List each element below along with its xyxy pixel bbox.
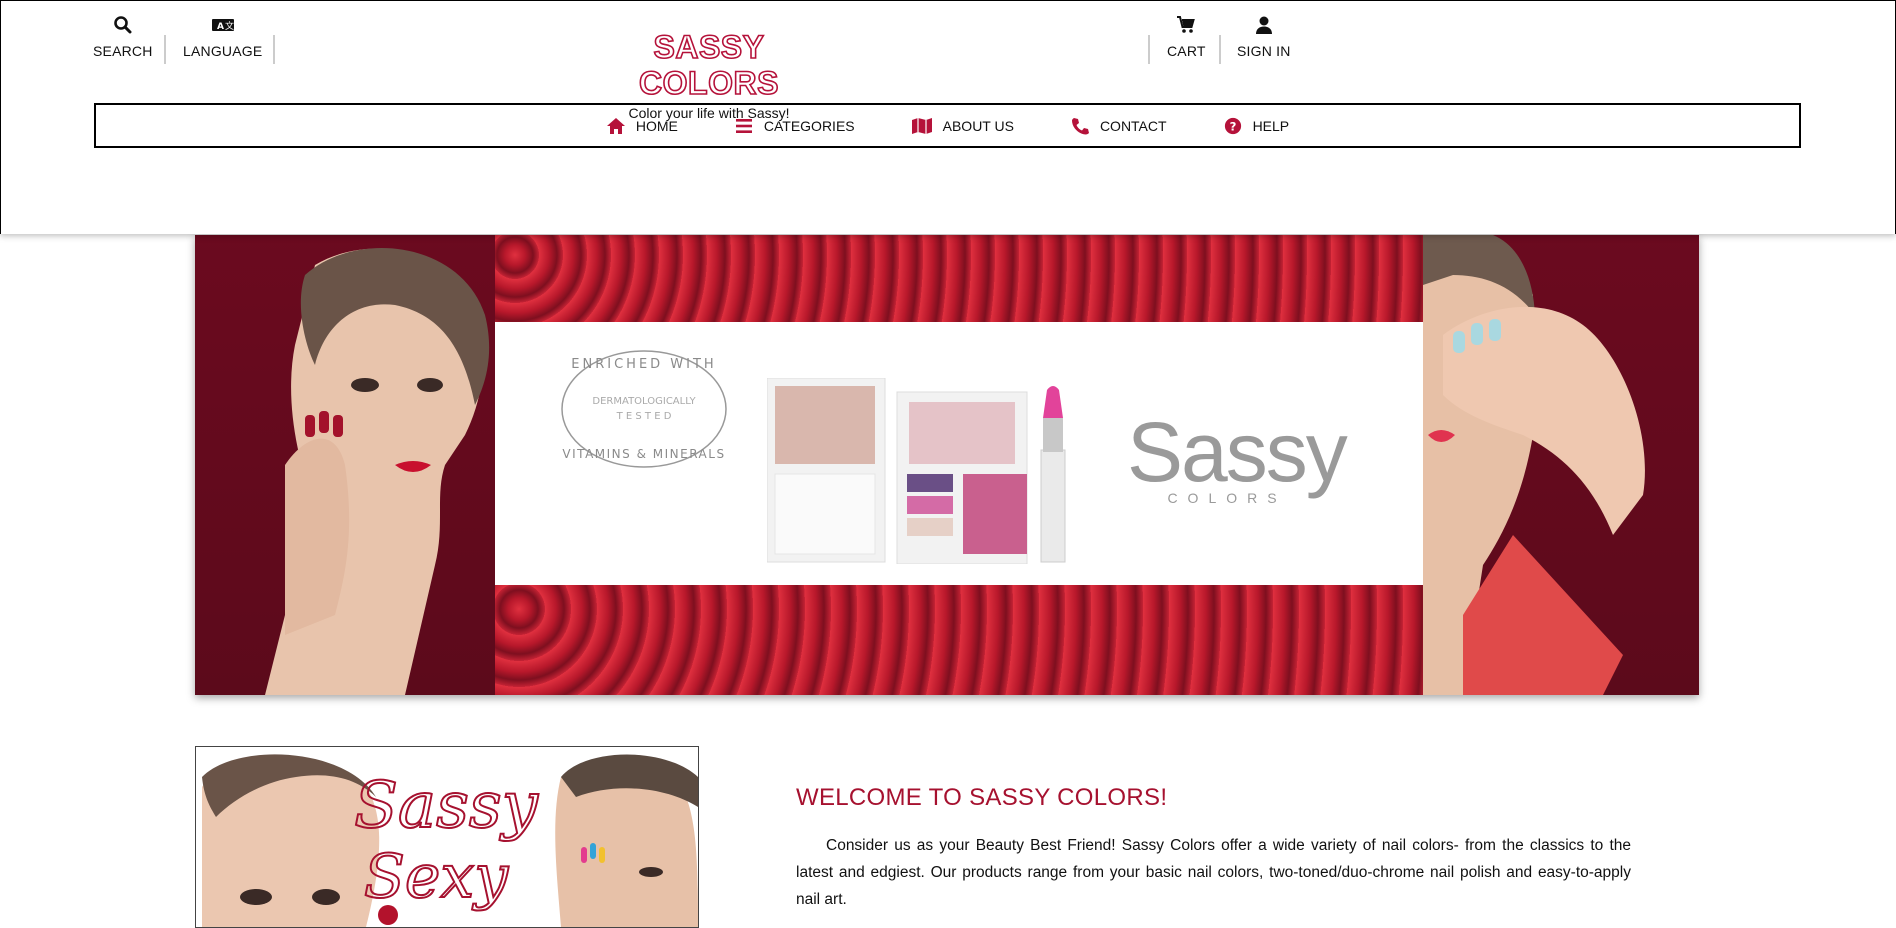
divider — [1219, 35, 1221, 64]
cart-icon — [1177, 16, 1196, 33]
welcome-heading: WELCOME TO SASSY COLORS! — [796, 784, 1168, 811]
seal-top-text: ENRICHED WITH — [571, 357, 716, 372]
question-icon: ? — [1224, 117, 1241, 134]
nav-about-label: ABOUT US — [942, 117, 1014, 134]
logo-text: SASSY COLORS — [638, 28, 779, 102]
svg-text:?: ? — [1229, 119, 1236, 133]
nav-about[interactable]: ABOUT US — [911, 117, 1014, 135]
nav-home-label: HOME — [635, 117, 678, 134]
search-label: SEARCH — [93, 43, 153, 59]
promo-image[interactable]: Sassy Sexy — [195, 746, 699, 928]
nav-contact-label: CONTACT — [1099, 117, 1167, 134]
search-icon — [113, 16, 132, 34]
nav-home[interactable]: HOME — [606, 117, 678, 135]
nav-categories-label: CATEGORIES — [763, 117, 855, 134]
hero-banner[interactable]: ENRICHED WITH DERMATOLOGICALLY T E S T E… — [195, 235, 1699, 695]
user-icon — [1255, 16, 1272, 34]
search-button[interactable]: SEARCH — [93, 15, 153, 59]
welcome-paragraph: Consider us as your Beauty Best Friend! … — [796, 837, 1631, 908]
banner-product-panel: ENRICHED WITH DERMATOLOGICALLY T E S T E… — [495, 322, 1423, 585]
signin-label: SIGN IN — [1237, 43, 1291, 59]
language-icon: A文 — [211, 19, 234, 32]
nav-categories[interactable]: CATEGORIES — [734, 117, 855, 135]
signin-button[interactable]: SIGN IN — [1237, 15, 1291, 59]
seal-middle-text: DERMATOLOGICALLY — [592, 396, 696, 407]
roses-bottom-strip — [495, 585, 1423, 695]
map-icon — [911, 117, 932, 134]
model-left-image — [265, 248, 490, 695]
cart-button[interactable]: CART — [1167, 15, 1206, 59]
language-label: LANGUAGE — [183, 43, 263, 59]
nav-help[interactable]: ? HELP — [1223, 117, 1290, 135]
list-icon — [735, 118, 752, 133]
seal-middle2-text: T E S T E D — [616, 411, 672, 422]
svg-text:A: A — [217, 22, 224, 32]
divider — [1148, 35, 1150, 64]
sassy-brand-graphic: Sassy COLORS — [1127, 405, 1348, 506]
main-nav: HOME CATEGORIES ABOUT US CONTACT ? HELP — [94, 103, 1801, 148]
makeup-palette-image — [767, 378, 1066, 564]
seal-bottom-text: VITAMINS & MINERALS — [562, 447, 725, 461]
promo-script-line2: Sexy — [364, 842, 509, 912]
home-icon — [606, 117, 625, 134]
promo-graphic: Sassy Sexy — [196, 747, 698, 927]
language-button[interactable]: A文 LANGUAGE — [183, 15, 262, 59]
svg-text:文: 文 — [225, 20, 234, 32]
nav-contact[interactable]: CONTACT — [1070, 117, 1167, 135]
promo-script-line1: Sassy — [354, 769, 539, 843]
nav-help-label: HELP — [1252, 117, 1290, 134]
model-right-image — [1423, 235, 1645, 695]
phone-icon — [1071, 117, 1089, 134]
vitamins-seal-image: ENRICHED WITH DERMATOLOGICALLY T E S T E… — [561, 350, 727, 468]
roses-top-strip — [495, 235, 1423, 322]
divider — [273, 35, 275, 64]
site-header: SEARCH A文 LANGUAGE SASSY COLORS Color yo… — [0, 0, 1896, 234]
divider — [164, 35, 166, 64]
brand-big-text: Sassy — [1127, 405, 1348, 499]
cart-label: CART — [1167, 43, 1206, 59]
